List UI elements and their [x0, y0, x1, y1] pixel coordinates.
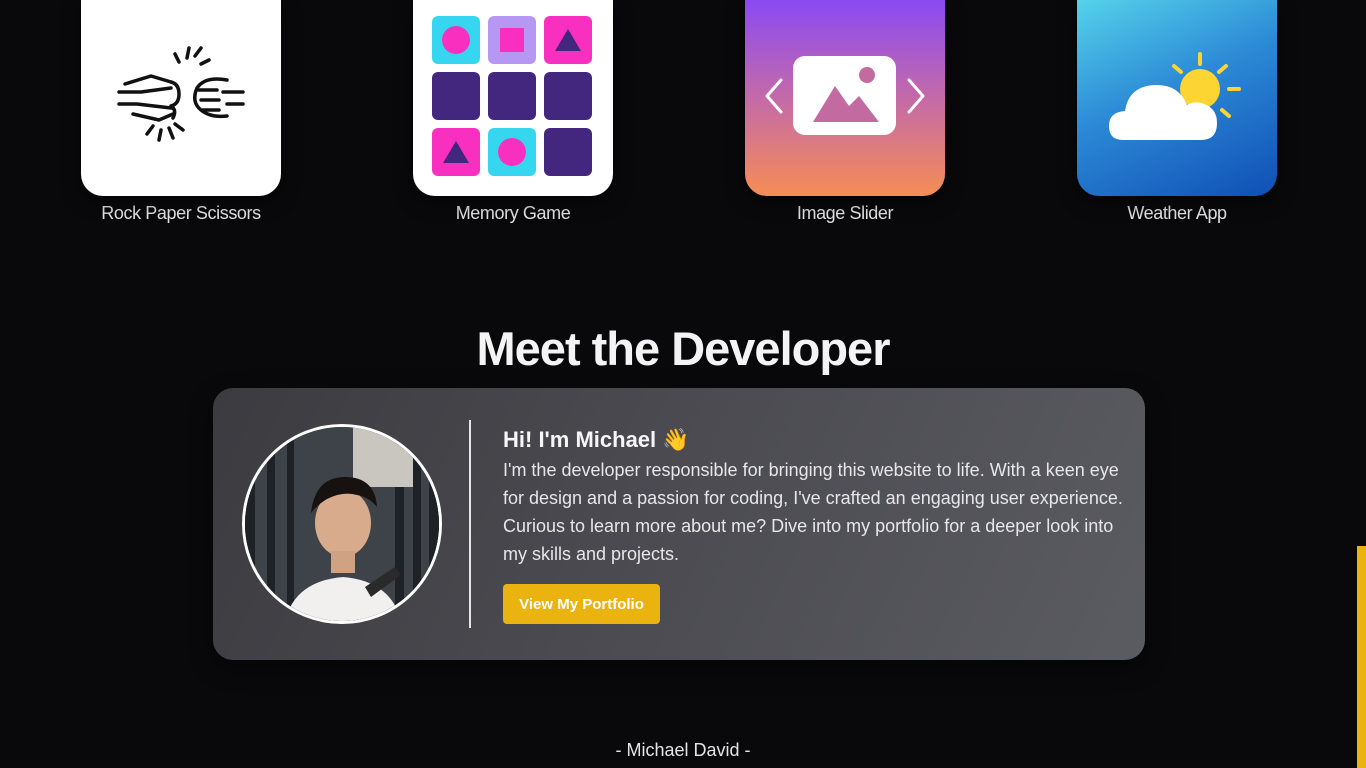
app-card-image-slider[interactable]: Image Slider	[745, 0, 945, 224]
weather-sun-cloud-icon	[1109, 52, 1241, 140]
scrollbar-thumb[interactable]	[1357, 546, 1366, 768]
memory-cell	[488, 16, 536, 64]
developer-card: Hi! I'm Michael 👋 I'm the developer resp…	[213, 388, 1145, 660]
developer-text: Hi! I'm Michael 👋 I'm the developer resp…	[503, 426, 1123, 568]
circle-shape	[498, 138, 526, 166]
section-title: Meet the Developer	[476, 322, 891, 375]
memory-grid-icon	[432, 16, 592, 176]
memory-cell	[432, 72, 480, 120]
memory-cell	[432, 128, 480, 176]
footer-signature: - Michael David -	[615, 740, 751, 760]
memory-cell	[544, 128, 592, 176]
app-label: Memory Game	[455, 203, 571, 223]
app-tile-memory-game[interactable]	[413, 0, 613, 196]
app-tile-image-slider[interactable]	[745, 0, 945, 196]
app-label: Rock Paper Scissors	[101, 203, 261, 223]
image-slider-icon	[765, 56, 925, 135]
waving-hand-icon: 👋	[662, 427, 690, 452]
greeting-text: Hi! I'm Michael	[503, 427, 657, 452]
developer-bio: I'm the developer responsible for bringi…	[503, 460, 1123, 564]
square-shape	[500, 28, 524, 52]
circle-shape	[442, 26, 470, 54]
developer-greeting: Hi! I'm Michael 👋	[503, 426, 1123, 454]
app-card-memory-game[interactable]: Memory Game	[413, 0, 613, 224]
fist-bump-icon	[117, 46, 245, 142]
developer-avatar	[242, 424, 442, 624]
app-tile-weather-app[interactable]	[1077, 0, 1277, 196]
app-card-weather-app[interactable]: Weather App	[1077, 0, 1277, 224]
app-card-rock-paper-scissors[interactable]: Rock Paper Scissors	[81, 0, 281, 224]
developer-photo	[245, 427, 439, 621]
triangle-shape	[555, 29, 581, 51]
app-label: Weather App	[1127, 203, 1227, 223]
app-tile-rock-paper-scissors[interactable]	[81, 0, 281, 196]
view-portfolio-button[interactable]: View My Portfolio	[503, 584, 660, 624]
memory-cell	[488, 128, 536, 176]
memory-cell	[488, 72, 536, 120]
vertical-divider	[469, 420, 471, 628]
memory-cell	[544, 72, 592, 120]
memory-cell	[544, 16, 592, 64]
triangle-shape	[443, 141, 469, 163]
memory-cell	[432, 16, 480, 64]
page: Rock Paper Scissors Memory Game Image Sl…	[0, 0, 1366, 768]
app-label: Image Slider	[796, 203, 894, 223]
